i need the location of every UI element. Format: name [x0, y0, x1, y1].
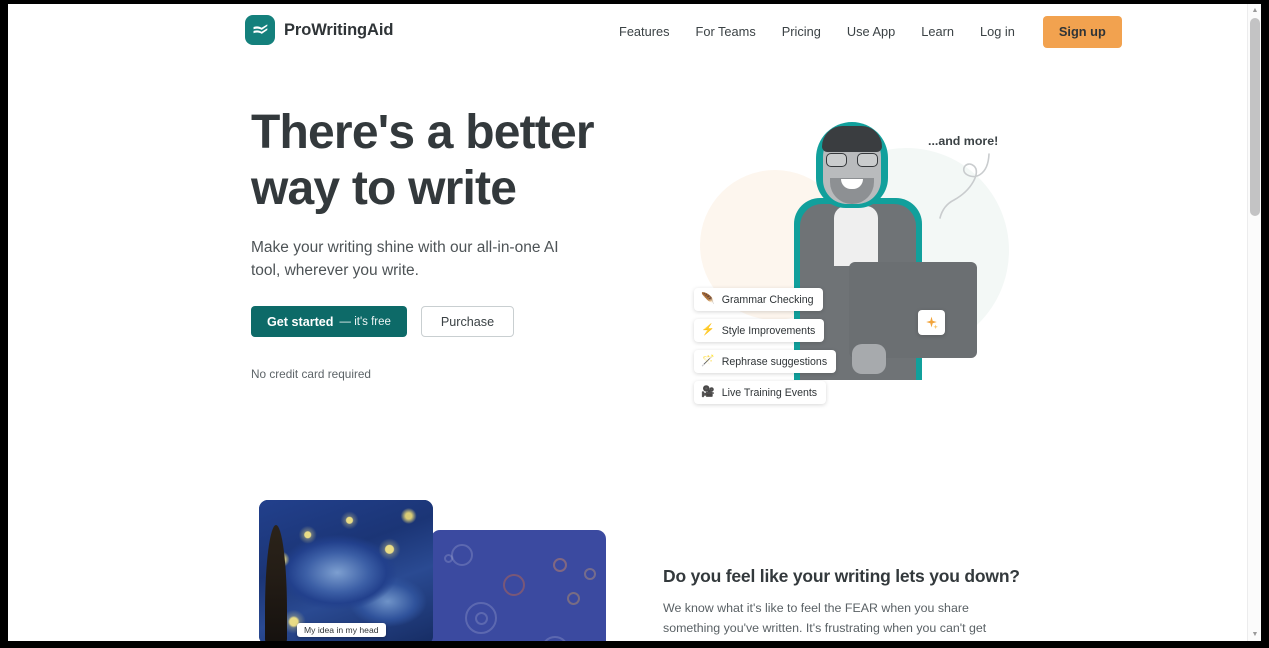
nav-link-log-in[interactable]: Log in: [967, 16, 1028, 48]
feature-pill-label: Grammar Checking: [721, 293, 814, 306]
starry-night-card: My idea in my head: [259, 500, 433, 641]
nav-link-for-teams[interactable]: For Teams: [683, 16, 769, 48]
brand-name: ProWritingAid: [284, 20, 394, 39]
glasses-right-lens: [857, 153, 878, 167]
person-hair: [822, 126, 882, 152]
person-shirt: [834, 206, 878, 266]
hero-cta-group: Get started — it's free Purchase: [251, 306, 651, 337]
feature-pill-label: Rephrase suggestions: [721, 355, 828, 368]
lower-section-body: We know what it's like to feel the FEAR …: [663, 601, 987, 641]
feature-pill-rephrase-suggestions[interactable]: 🪄 Rephrase suggestions: [694, 350, 837, 373]
book-swoosh-logo-icon: [245, 15, 275, 45]
hero-copy: There's a better way to write Make your …: [251, 105, 651, 381]
swirl-decoration: [475, 612, 488, 625]
vertical-scrollbar[interactable]: ▲ ▼: [1247, 4, 1261, 641]
feature-pill-label: Style Improvements: [721, 324, 816, 337]
get-started-label: Get started: [267, 314, 334, 329]
lower-copy: Do you feel like your writing lets you d…: [663, 566, 1020, 641]
nav-link-features[interactable]: Features: [606, 16, 683, 48]
scrollbar-thumb[interactable]: [1250, 18, 1260, 216]
browser-window-frame: ProWritingAid Features For Teams Pricing…: [0, 0, 1269, 648]
sign-up-button[interactable]: Sign up: [1042, 16, 1122, 48]
lower-section: My idea in my head Do you feel like your…: [8, 460, 1253, 641]
purchase-button[interactable]: Purchase: [420, 306, 515, 337]
curly-arrow-icon: [939, 153, 990, 219]
feature-pill-label: Live Training Events: [721, 386, 818, 399]
nav-link-pricing[interactable]: Pricing: [769, 16, 834, 48]
person-hand: [852, 344, 886, 374]
hero-title: There's a better way to write: [251, 105, 611, 217]
nav-link-learn[interactable]: Learn: [908, 16, 967, 48]
feature-pill-style-improvements[interactable]: ⚡ Style Improvements: [694, 319, 825, 342]
lightning-bolt-icon: ⚡: [701, 324, 715, 336]
nav-link-use-app[interactable]: Use App: [834, 16, 908, 48]
starry-card-label: My idea in my head: [297, 623, 386, 637]
no-credit-card-note: No credit card required: [251, 367, 371, 381]
artwork-card-group: My idea in my head: [259, 500, 606, 641]
magic-wand-icon: 🪄: [701, 355, 715, 367]
and-more-label: ...and more!: [928, 134, 999, 148]
hero-section: There's a better way to write Make your …: [8, 60, 1253, 460]
glasses-left-lens: [826, 153, 847, 167]
swirl-decoration: [567, 592, 580, 605]
plain-blue-card: [431, 530, 606, 641]
sparkle-badge-icon: [918, 310, 945, 335]
swirl-decoration: [444, 554, 453, 563]
hero-illustration: 🪶 Grammar Checking ⚡ Style Improvements …: [676, 100, 1021, 404]
scroll-up-arrow-icon[interactable]: ▲: [1248, 4, 1261, 17]
page-content: ProWritingAid Features For Teams Pricing…: [8, 4, 1253, 641]
swirl-decoration: [503, 574, 525, 596]
glasses-icon: [826, 153, 878, 167]
get-started-sublabel: — it's free: [339, 315, 391, 328]
swirl-decoration: [451, 544, 473, 566]
feature-pill-list: 🪶 Grammar Checking ⚡ Style Improvements …: [694, 288, 837, 404]
feature-pill-grammar-checking[interactable]: 🪶 Grammar Checking: [694, 288, 823, 311]
video-camera-icon: 🎥: [701, 386, 715, 398]
swirl-decoration: [584, 568, 596, 580]
feather-pen-icon: 🪶: [701, 293, 715, 305]
hero-title-line-2: way to write: [251, 162, 517, 215]
scroll-down-arrow-icon[interactable]: ▼: [1248, 628, 1261, 641]
get-started-button[interactable]: Get started — it's free: [251, 306, 407, 337]
page-viewport: ProWritingAid Features For Teams Pricing…: [8, 4, 1261, 641]
main-navigation: Features For Teams Pricing Use App Learn…: [606, 16, 1122, 48]
hero-subtitle: Make your writing shine with our all-in-…: [251, 239, 559, 279]
swirl-decoration: [541, 636, 569, 641]
feature-pill-live-training-events[interactable]: 🎥 Live Training Events: [694, 381, 827, 404]
swirl-decoration: [553, 558, 567, 572]
site-header: ProWritingAid Features For Teams Pricing…: [8, 4, 1253, 60]
lower-section-title: Do you feel like your writing lets you d…: [663, 566, 1020, 586]
hero-title-line-1: There's a better: [251, 106, 595, 159]
brand-logo[interactable]: ProWritingAid: [245, 15, 393, 45]
